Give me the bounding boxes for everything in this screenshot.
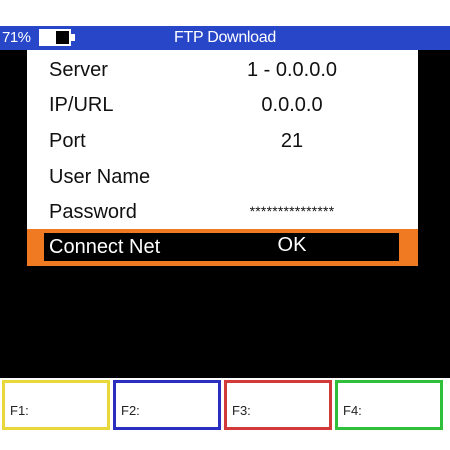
server-value[interactable]: 1 - 0.0.0.0 bbox=[212, 57, 372, 83]
f3-label: F3: bbox=[232, 403, 251, 418]
f4-label: F4: bbox=[343, 403, 362, 418]
port-label: Port bbox=[49, 130, 86, 152]
ip-url-value[interactable]: 0.0.0.0 bbox=[212, 92, 372, 118]
password-label: Password bbox=[49, 201, 137, 223]
f2-key[interactable]: F2: bbox=[113, 380, 221, 430]
port-row[interactable]: Port 21 bbox=[27, 124, 418, 157]
port-value[interactable]: 21 bbox=[212, 128, 372, 154]
f3-key[interactable]: F3: bbox=[224, 380, 332, 430]
server-label: Server bbox=[49, 59, 108, 81]
ip-url-label: IP/URL bbox=[49, 94, 114, 116]
connect-net-label: Connect Net bbox=[49, 236, 161, 258]
password-value[interactable]: *************** bbox=[212, 198, 372, 224]
title-bar: 71% FTP Download bbox=[0, 26, 450, 50]
f1-key[interactable]: F1: bbox=[2, 380, 110, 430]
page-title: FTP Download bbox=[174, 29, 276, 46]
settings-panel: Server 1 - 0.0.0.0 IP/URL 0.0.0.0 Port 2… bbox=[27, 50, 418, 266]
connect-net-row[interactable]: Connect Net OK bbox=[27, 229, 418, 266]
ip-url-row[interactable]: IP/URL 0.0.0.0 bbox=[27, 88, 418, 121]
f4-key[interactable]: F4: bbox=[335, 380, 443, 430]
f2-label: F2: bbox=[121, 403, 140, 418]
user-name-row[interactable]: User Name bbox=[27, 160, 418, 193]
server-row[interactable]: Server 1 - 0.0.0.0 bbox=[27, 53, 418, 86]
ftp-download-screen: 71% FTP Download Server 1 - 0.0.0.0 IP/U… bbox=[0, 0, 450, 450]
function-key-bar: F1: F2: F3: F4: bbox=[0, 378, 450, 434]
password-row[interactable]: Password *************** bbox=[27, 195, 418, 228]
user-name-label: User Name bbox=[49, 166, 151, 188]
connect-ok-button[interactable]: OK bbox=[212, 232, 372, 258]
f1-label: F1: bbox=[10, 403, 29, 418]
